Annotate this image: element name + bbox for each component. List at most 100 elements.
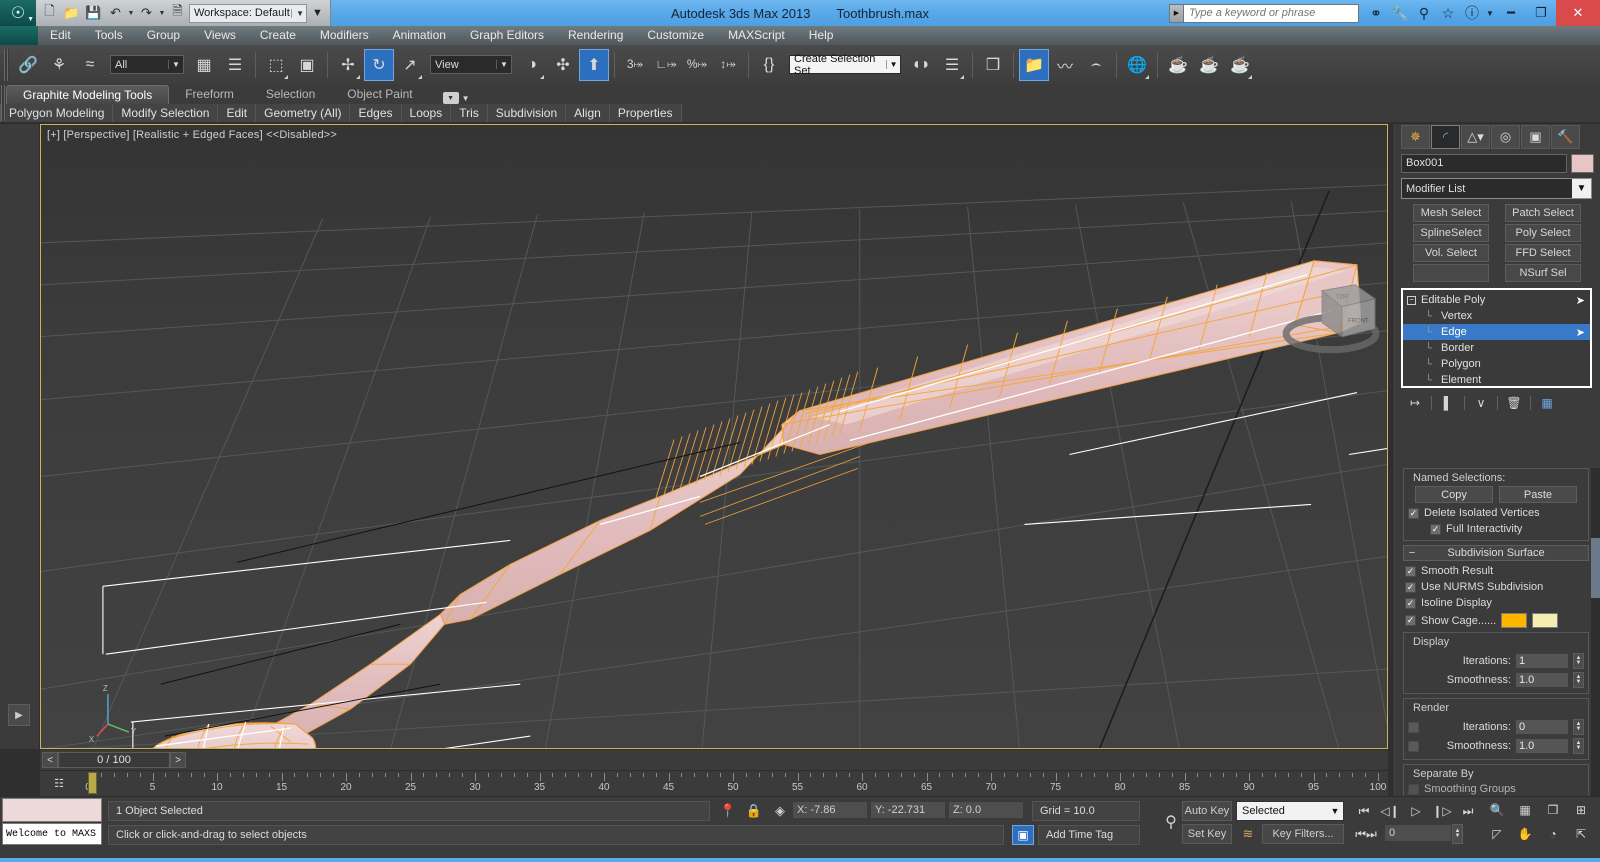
ribbon-options-dropdown[interactable]: ▼ ▼ [442, 92, 470, 104]
application-menu-button[interactable]: ☉ ▼ [0, 0, 36, 26]
zoom-all-icon[interactable]: ▦ [1512, 799, 1538, 821]
modifier-list-combo[interactable]: Modifier List ▼ [1401, 178, 1592, 199]
tab-freeform[interactable]: Freeform [169, 85, 250, 104]
select-by-name-icon[interactable]: ☰ [220, 49, 250, 81]
motion-tab[interactable]: ◎ [1491, 125, 1520, 149]
zoom-extents-icon[interactable]: ❒ [1540, 799, 1566, 821]
current-frame-spinner[interactable]: ▲ ▼ [1452, 824, 1463, 844]
select-and-manipulate-icon[interactable]: ✣ [548, 49, 578, 81]
menu-item-group[interactable]: Group [135, 26, 192, 45]
percent-snap-toggle-icon[interactable]: %⤅ [682, 49, 712, 81]
goto-end-button[interactable]: ⏭ [1456, 801, 1480, 821]
configure-modifier-sets-icon[interactable]: ▦ [1535, 394, 1559, 412]
checkbox-icon[interactable]: ✓ [1405, 615, 1416, 626]
maxscript-mini-listener[interactable]: Welcome to MAXS [2, 823, 102, 845]
z-coordinate-field[interactable]: Z: 0.0 [948, 801, 1024, 819]
stack-item-edge[interactable]: └ Edge ➤ [1403, 324, 1590, 340]
scrollbar-thumb[interactable] [1591, 538, 1600, 598]
remove-modifier-icon[interactable]: 🗑 [1502, 394, 1526, 412]
collapse-toggle-icon[interactable]: − [1407, 295, 1416, 305]
help-icon[interactable]: ⓘ [1460, 1, 1484, 25]
paste-button[interactable]: Paste [1499, 486, 1577, 503]
modifier-stack[interactable]: − Editable Poly ➤ └ Vertex └ Edge ➤ └ Bo… [1401, 288, 1592, 388]
maximize-viewport-toggle-icon[interactable]: ⇱ [1568, 823, 1594, 845]
toggle-end-result-icon[interactable]: ➤ [1576, 294, 1585, 307]
checkbox-icon[interactable]: ✓ [1430, 523, 1441, 535]
create-tab[interactable]: ✵ [1401, 125, 1430, 149]
set-project-folder-icon[interactable]: 🗎 [167, 3, 188, 24]
menu-item-customize[interactable]: Customize [635, 26, 716, 45]
schematic-view-icon[interactable]: ⌢ [1081, 49, 1111, 81]
panel-subdivision[interactable]: Subdivision [487, 104, 567, 122]
key-mode-toggle-button[interactable]: ⏮⏭ [1352, 824, 1380, 844]
spline-select-button[interactable]: SplineSelect [1413, 224, 1489, 242]
current-frame-field[interactable]: 0 [1384, 824, 1452, 842]
redo-icon[interactable]: ↷ [136, 3, 157, 24]
selection-filter-combo[interactable]: All ▼ [110, 55, 184, 74]
favorites-star-icon[interactable]: ☆ [1436, 1, 1460, 25]
toggle-scene-explorer-icon[interactable]: 📁 [1019, 48, 1049, 81]
curve-editor-icon[interactable]: 〰 [1050, 49, 1080, 81]
subdivision-surface-rollout-header[interactable]: − Subdivision Surface [1403, 545, 1589, 561]
make-unique-icon[interactable]: ∨ [1469, 394, 1493, 412]
render-smoothness-field[interactable]: 1.0 [1515, 738, 1569, 754]
command-panel-scrollbar[interactable] [1591, 468, 1600, 798]
undo-icon[interactable]: ↶ [105, 3, 126, 24]
stack-item-vertex[interactable]: └ Vertex [1403, 308, 1590, 324]
mirror-icon[interactable]: ◖◗ [906, 49, 936, 81]
checkbox-icon[interactable]: ✓ [1405, 581, 1416, 593]
close-button[interactable]: ✕ [1556, 0, 1600, 26]
viewport-label[interactable]: [+] [Perspective] [Realistic + Edged Fac… [47, 129, 337, 141]
workspace-selector[interactable]: Workspace: Default ▼ [189, 3, 307, 23]
open-file-icon[interactable]: 📁 [61, 3, 82, 24]
orbit-icon[interactable]: ◔ [1540, 823, 1566, 845]
rollout-area[interactable]: Named Selections: Copy Paste ✓ Delete Is… [1393, 468, 1599, 798]
window-crossing-icon[interactable]: ▣ [292, 49, 322, 81]
next-frame-button[interactable]: > [170, 752, 186, 768]
undo-dropdown-icon[interactable]: ▼ [127, 10, 135, 17]
menu-item-edit[interactable]: Edit [38, 26, 83, 45]
wrench-icon[interactable]: 🔧 [1388, 1, 1412, 25]
stack-item-border[interactable]: └ Border [1403, 340, 1590, 356]
ribbon-grip[interactable] [1, 85, 6, 121]
angle-snap-toggle-icon[interactable]: ∟⤅ [651, 49, 681, 81]
align-flyout-icon[interactable]: ☰ [937, 49, 967, 81]
spinner-snap-toggle-icon[interactable]: ↕⤅ [713, 49, 743, 81]
select-and-link-icon[interactable]: 🔗 [13, 49, 43, 81]
mesh-select-button[interactable]: Mesh Select [1413, 204, 1489, 222]
cage-color-swatch-2[interactable] [1532, 613, 1559, 628]
panel-edges[interactable]: Edges [350, 104, 402, 122]
object-name-field[interactable]: Box001 [1401, 154, 1567, 173]
search-input[interactable] [1183, 3, 1359, 23]
render-iterations-field[interactable]: 0 [1515, 719, 1569, 735]
display-iterations-spinner[interactable]: ▲ ▼ [1573, 653, 1584, 669]
tab-graphite-modeling-tools[interactable]: Graphite Modeling Tools [6, 85, 170, 104]
redo-dropdown-icon[interactable]: ▼ [158, 10, 166, 17]
stack-item-editable-poly[interactable]: − Editable Poly ➤ [1403, 292, 1590, 308]
stack-item-polygon[interactable]: └ Polygon [1403, 356, 1590, 372]
zoom-extents-all-icon[interactable]: ⊞ [1568, 799, 1594, 821]
modify-tab[interactable]: ◜ [1431, 125, 1460, 149]
current-frame-display[interactable]: 0 / 100 [58, 752, 170, 768]
poly-select-button[interactable]: Poly Select [1505, 224, 1581, 242]
use-center-flyout-icon[interactable]: ◑ [517, 49, 547, 81]
set-key-filters-toggle-icon[interactable]: ≋ [1236, 824, 1260, 844]
menu-item-create[interactable]: Create [248, 26, 308, 45]
pan-view-icon[interactable]: ✋ [1512, 823, 1538, 845]
x-coordinate-field[interactable]: X: -7.86 [792, 801, 868, 819]
rectangular-selection-region-icon[interactable]: ⬚ [261, 49, 291, 81]
viewport-canvas[interactable]: TOP FRONT Z Y X [41, 125, 1387, 749]
toolbar-grip[interactable] [4, 48, 9, 81]
utilities-tab[interactable]: 🔨 [1551, 125, 1580, 149]
checkbox-icon[interactable]: ✓ [1408, 507, 1419, 519]
time-ruler[interactable]: 0510152025303540455055606570758085909510… [85, 771, 1388, 797]
checkbox-icon[interactable]: ✓ [1408, 740, 1419, 752]
goto-start-button[interactable]: ⏮ [1352, 801, 1376, 821]
adaptive-degradation-icon[interactable]: ▣ [1012, 825, 1034, 845]
menu-item-tools[interactable]: Tools [83, 26, 135, 45]
keyboard-shortcut-override-icon[interactable]: ⬆ [579, 48, 609, 81]
save-file-icon[interactable]: 💾 [83, 3, 104, 24]
panel-modify-selection[interactable]: Modify Selection [113, 104, 219, 122]
isoline-display-row[interactable]: ✓ Isoline Display [1405, 597, 1587, 609]
rendered-frame-window-icon[interactable]: ☕ [1194, 49, 1224, 81]
